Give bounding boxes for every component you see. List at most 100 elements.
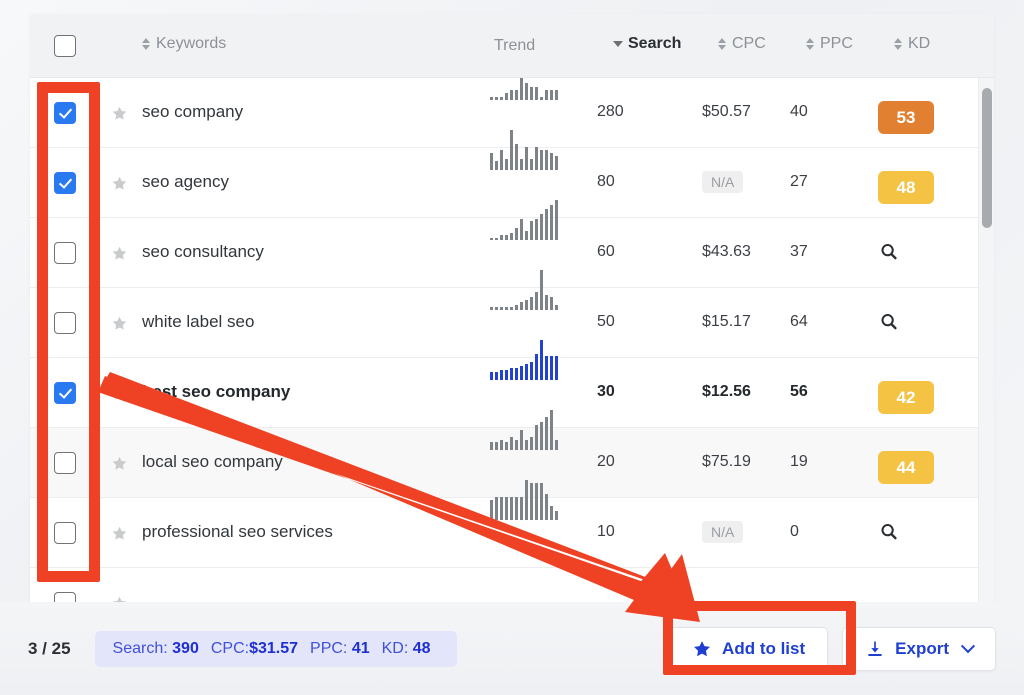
select-all-checkbox[interactable] bbox=[54, 34, 76, 57]
kd-cell bbox=[878, 288, 978, 338]
keyword-label: best seo company bbox=[142, 382, 291, 401]
row-select-cell bbox=[30, 498, 100, 568]
cpc-cell bbox=[702, 568, 790, 591]
sort-ppc-button[interactable]: PPC bbox=[806, 35, 853, 53]
favorite-cell bbox=[100, 78, 138, 148]
keywords-header-label: Keywords bbox=[156, 35, 227, 52]
trend-sparkline bbox=[490, 338, 558, 380]
keyword-cell[interactable]: seo agency bbox=[138, 148, 472, 193]
kd-badge: 42 bbox=[878, 381, 934, 414]
row-select-cell bbox=[30, 78, 100, 148]
add-to-list-label: Add to list bbox=[722, 638, 806, 658]
row-checkbox[interactable] bbox=[54, 592, 76, 602]
table-body-scroll-area[interactable]: seo company 280 $50.57 40 53 seo agency 80 N/A 2… bbox=[30, 78, 994, 602]
ppc-value: 37 bbox=[790, 243, 808, 260]
row-select-cell bbox=[30, 568, 100, 602]
keyword-cell[interactable]: professional seo services bbox=[138, 498, 472, 543]
favorite-cell bbox=[100, 428, 138, 498]
search-volume-value: 60 bbox=[597, 243, 615, 260]
row-select-cell bbox=[30, 358, 100, 428]
cpc-value: $50.57 bbox=[702, 103, 751, 120]
kd-cell bbox=[878, 568, 978, 591]
kd-header-cell: KD bbox=[894, 35, 994, 56]
kd-cell: 42 bbox=[878, 358, 978, 414]
select-all-cell bbox=[30, 34, 100, 57]
cpc-header-cell: CPC bbox=[718, 35, 806, 56]
search-volume-value: 10 bbox=[597, 523, 615, 540]
summary-ppc-label: PPC: bbox=[310, 639, 348, 657]
keyword-cell[interactable]: best seo company bbox=[138, 358, 472, 403]
favorite-cell bbox=[100, 568, 138, 602]
table-row[interactable]: professional seo services 10 N/A 0 bbox=[30, 480, 978, 568]
ppc-cell: 56 bbox=[790, 358, 878, 403]
star-icon[interactable] bbox=[111, 595, 127, 602]
keyword-cell[interactable] bbox=[138, 568, 472, 591]
star-icon[interactable] bbox=[111, 245, 127, 261]
star-icon[interactable] bbox=[111, 525, 127, 541]
ppc-header-cell: PPC bbox=[806, 35, 894, 56]
chevron-down-icon bbox=[960, 638, 976, 653]
row-checkbox[interactable] bbox=[54, 102, 76, 124]
kd-lookup-search-icon[interactable] bbox=[878, 521, 900, 543]
kd-cell bbox=[878, 218, 978, 268]
star-icon[interactable] bbox=[111, 315, 127, 331]
sort-keywords-button[interactable]: Keywords bbox=[142, 35, 226, 53]
table-row-partial[interactable] bbox=[30, 568, 978, 602]
keyword-cell[interactable]: white label seo bbox=[138, 288, 472, 333]
search-volume-cell: 50 bbox=[597, 288, 702, 333]
kd-cell: 53 bbox=[878, 78, 978, 134]
cpc-cell: $15.17 bbox=[702, 288, 790, 333]
add-to-list-button[interactable]: Add to list bbox=[669, 626, 829, 671]
sort-updown-icon bbox=[142, 37, 151, 51]
kd-lookup-search-icon[interactable] bbox=[878, 311, 900, 333]
search-volume-value: 20 bbox=[597, 453, 615, 470]
ppc-value: 64 bbox=[790, 313, 808, 330]
ppc-value: 19 bbox=[790, 453, 808, 470]
row-checkbox[interactable] bbox=[54, 522, 76, 544]
row-checkbox[interactable] bbox=[54, 452, 76, 474]
kd-lookup-search-icon[interactable] bbox=[878, 241, 900, 263]
star-icon[interactable] bbox=[111, 385, 127, 401]
trend-cell bbox=[472, 480, 597, 521]
keyword-label: seo company bbox=[142, 102, 244, 121]
summary-cpc-label: CPC: bbox=[210, 639, 250, 657]
row-select-cell bbox=[30, 428, 100, 498]
ppc-cell: 19 bbox=[790, 428, 878, 473]
cpc-value: $12.56 bbox=[702, 383, 751, 400]
vertical-scrollbar-thumb[interactable] bbox=[982, 88, 992, 228]
star-icon[interactable] bbox=[111, 105, 127, 121]
row-select-cell bbox=[30, 288, 100, 358]
summary-search-value: 390 bbox=[172, 639, 199, 657]
search-volume-cell: 80 bbox=[597, 148, 702, 193]
sort-cpc-button[interactable]: CPC bbox=[718, 35, 766, 53]
keyword-label: seo agency bbox=[142, 172, 229, 191]
search-volume-value: 80 bbox=[597, 173, 615, 190]
star-icon[interactable] bbox=[111, 455, 127, 471]
row-checkbox[interactable] bbox=[54, 172, 76, 194]
keyword-cell[interactable]: seo company bbox=[138, 78, 472, 123]
search-volume-cell: 10 bbox=[597, 498, 702, 543]
trend-header-cell: Trend bbox=[488, 37, 613, 55]
row-checkbox[interactable] bbox=[54, 312, 76, 334]
keyword-cell[interactable]: seo consultancy bbox=[138, 218, 472, 263]
ppc-cell: 37 bbox=[790, 218, 878, 263]
star-icon[interactable] bbox=[111, 175, 127, 191]
trend-sparkline bbox=[490, 408, 558, 450]
ppc-cell: 40 bbox=[790, 78, 878, 123]
sort-updown-icon bbox=[894, 37, 903, 51]
sort-kd-button[interactable]: KD bbox=[894, 35, 930, 53]
cpc-value: $75.19 bbox=[702, 453, 751, 470]
sort-search-button[interactable]: Search bbox=[613, 35, 681, 53]
cpc-header-label: CPC bbox=[732, 35, 766, 52]
trend-sparkline bbox=[490, 78, 558, 100]
ppc-cell bbox=[790, 568, 878, 591]
trend-header-label: Trend bbox=[494, 36, 536, 54]
favorite-cell bbox=[100, 358, 138, 428]
keyword-cell[interactable]: local seo company bbox=[138, 428, 472, 473]
selected-count: 3 / 25 bbox=[28, 638, 71, 658]
summary-cpc-value: $31.57 bbox=[249, 639, 299, 657]
row-checkbox[interactable] bbox=[54, 242, 76, 264]
row-checkbox[interactable] bbox=[54, 382, 76, 404]
vertical-scrollbar-track[interactable] bbox=[978, 78, 994, 602]
export-button[interactable]: Export bbox=[842, 626, 996, 671]
